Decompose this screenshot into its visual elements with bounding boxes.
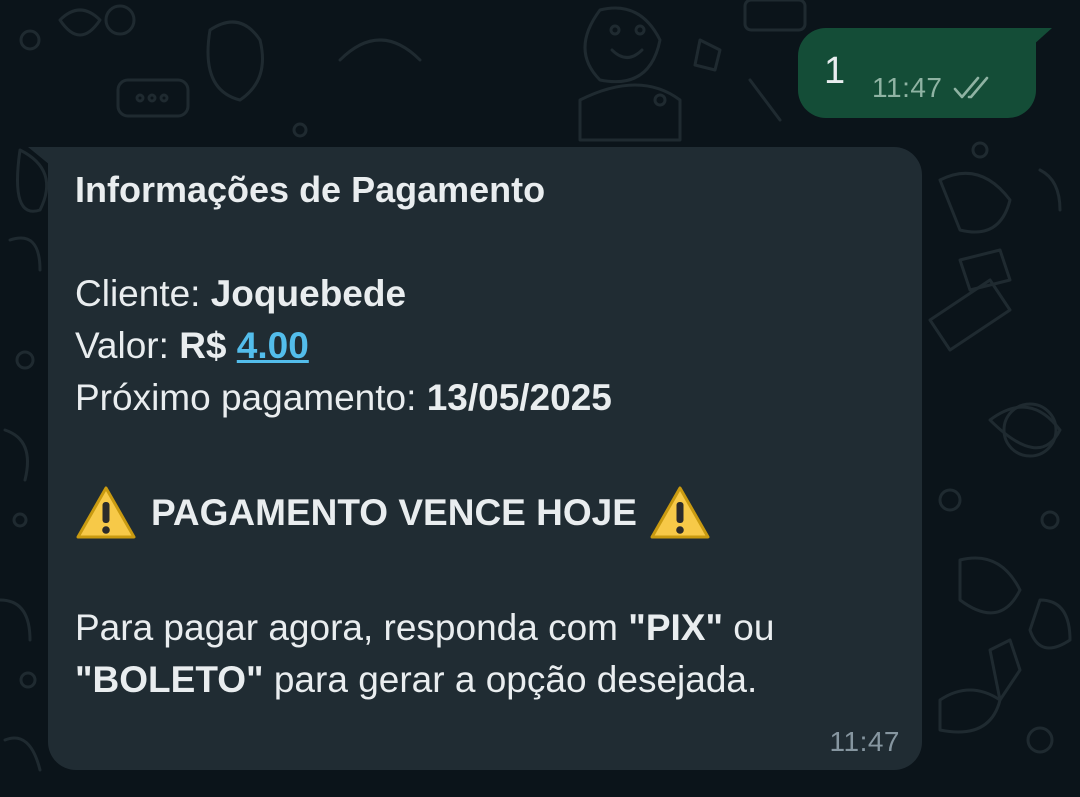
cliente-label: Cliente: — [75, 273, 211, 314]
due-alert-line: PAGAMENTO VENCE HOJE — [75, 485, 711, 541]
cliente-value: Joquebede — [210, 273, 407, 314]
warning-icon — [650, 486, 710, 539]
outgoing-message-meta: 11:47 — [872, 72, 995, 104]
instructions-line-1: Para pagar agora, responda com "PIX" ou — [75, 602, 774, 654]
outgoing-message-time: 11:47 — [872, 72, 943, 103]
instructions-pix: "PIX" — [628, 607, 724, 648]
proximo-label: Próximo pagamento: — [75, 377, 427, 418]
valor-label: Valor: — [75, 325, 180, 366]
valor-amount-link[interactable]: 4.00 — [237, 325, 309, 366]
proximo-value: 13/05/2025 — [426, 377, 612, 418]
incoming-message-bubble[interactable]: Informações de Pagamento Cliente: Joqueb… — [28, 147, 922, 770]
instructions-boleto: "BOLETO" — [75, 659, 264, 700]
outgoing-message-bubble[interactable]: 1 11:47 — [798, 28, 1052, 118]
cliente-line: Cliente: Joquebede — [75, 268, 406, 320]
bubble-tail — [28, 147, 50, 165]
valor-line: Valor: R$ 4.00 — [75, 320, 309, 372]
instructions-line-2: "BOLETO" para gerar a opção desejada. — [75, 654, 757, 706]
instructions-text-end: para gerar a opção desejada. — [263, 659, 758, 700]
instructions-text: Para pagar agora, responda com — [75, 607, 629, 648]
bubble-tail — [1032, 28, 1052, 46]
valor-currency: R$ — [179, 325, 237, 366]
proximo-pagamento-line: Próximo pagamento: 13/05/2025 — [75, 372, 612, 424]
outgoing-message-text: 1 — [824, 50, 846, 92]
incoming-message-time: 11:47 — [829, 726, 900, 757]
double-check-icon — [953, 76, 988, 99]
instructions-or: ou — [723, 607, 775, 648]
message-title: Informações de Pagamento — [75, 169, 546, 210]
warning-icon — [76, 486, 136, 539]
alert-text: PAGAMENTO VENCE HOJE — [151, 492, 637, 533]
